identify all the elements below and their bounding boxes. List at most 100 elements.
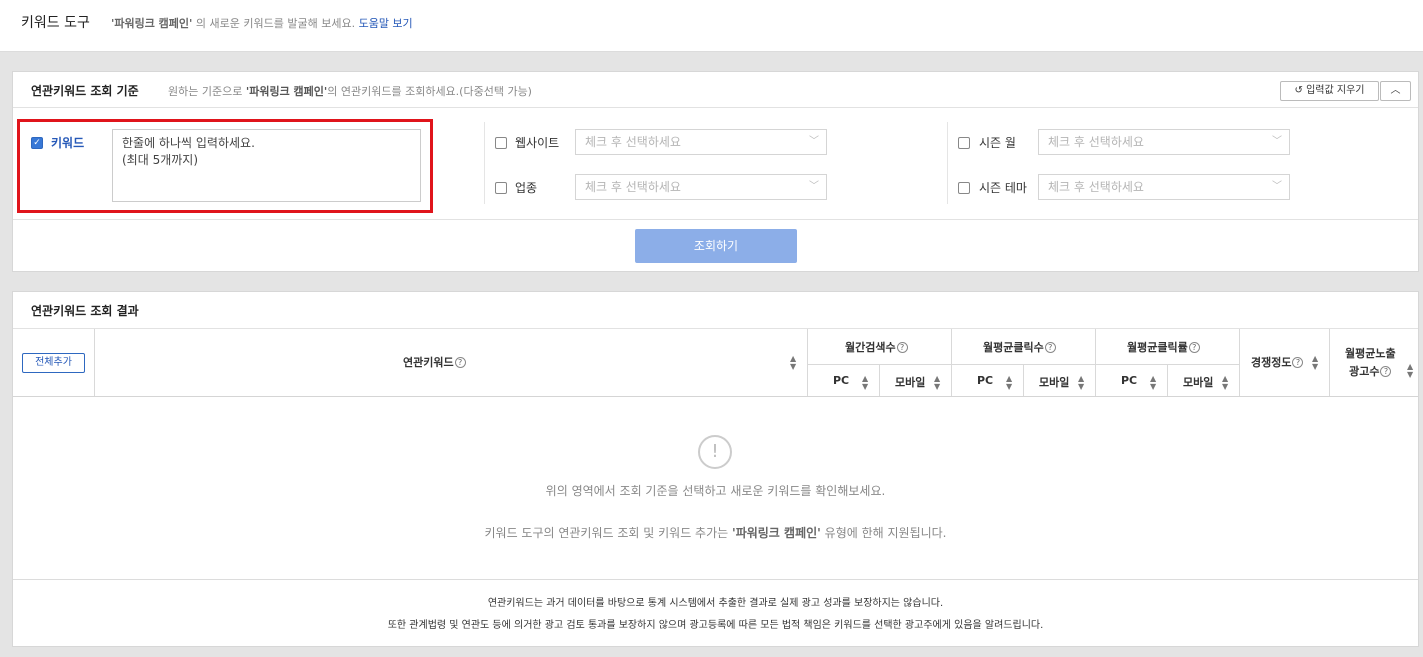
col-keyword-header[interactable]: 연관키워드? [403, 354, 466, 370]
reset-icon: ↺ [1294, 85, 1303, 96]
season-month-select[interactable]: 체크 후 선택하세요 ﹀ [1038, 129, 1290, 155]
industry-select[interactable]: 체크 후 선택하세요 ﹀ [575, 174, 827, 200]
page-title: 키워드 도구 [21, 15, 90, 31]
col-competition-header[interactable]: 경쟁정도? [1251, 354, 1304, 370]
col-monthly-search-label: 월간검색수 [845, 341, 896, 354]
col-avg-clicks-header: 월평균클릭수? [983, 339, 1056, 355]
divider [807, 329, 808, 396]
divider [1023, 364, 1024, 396]
chevron-down-icon: ﹀ [809, 181, 819, 192]
sub-pc-header[interactable]: PC [833, 374, 849, 387]
sort-icon[interactable]: ▲ ▼ [1078, 375, 1084, 391]
sort-icon[interactable]: ▲ ▼ [862, 375, 868, 391]
col-avg-ctr-header: 월평균클릭률? [1127, 339, 1200, 355]
season-theme-label: 시즌 테마 [979, 181, 1027, 195]
divider [1239, 329, 1240, 396]
support-message: 키워드 도구의 연관키워드 조회 및 키워드 추가는 '파워링크 캠페인' 유형… [13, 524, 1418, 541]
sort-icon[interactable]: ▲ ▼ [1222, 375, 1228, 391]
col-avg-ctr-label: 월평균클릭률 [1127, 341, 1188, 354]
season-theme-select-placeholder: 체크 후 선택하세요 [1048, 180, 1144, 194]
sort-icon[interactable]: ▲ ▼ [1150, 375, 1156, 391]
notice-line2: 또한 관계법령 및 연관도 등에 의거한 광고 검토 통과를 보장하지 않으며 … [387, 620, 1044, 631]
divider [947, 122, 948, 204]
chevron-down-icon: ﹀ [1272, 181, 1282, 192]
divider [13, 579, 1418, 580]
help-icon[interactable]: ? [896, 342, 908, 353]
sub-pc-header[interactable]: PC [1121, 374, 1137, 387]
top-bar: 키워드 도구 '파워링크 캠페인' 의 새로운 키워드를 발굴해 보세요. 도움… [0, 0, 1423, 52]
divider [13, 219, 1418, 220]
criteria-panel: 연관키워드 조회 기준 원하는 기준으로 '파워링크 캠페인'의 연관키워드를 … [12, 71, 1419, 272]
website-select-placeholder: 체크 후 선택하세요 [585, 135, 681, 149]
divider [951, 329, 952, 396]
sort-icon[interactable]: ▲ ▼ [1006, 375, 1012, 391]
help-link[interactable]: 도움말 보기 [359, 17, 413, 30]
divider [1167, 364, 1168, 396]
industry-label: 업종 [515, 181, 538, 195]
sort-icon[interactable]: ▲ ▼ [934, 375, 940, 391]
chevron-down-icon: ﹀ [809, 136, 819, 147]
sub-mobile-header[interactable]: 모바일 [895, 374, 925, 390]
website-label: 웹사이트 [515, 136, 560, 150]
sort-icon[interactable]: ▲ ▼ [1407, 363, 1413, 379]
sub-mobile-header[interactable]: 모바일 [1039, 374, 1069, 390]
criteria-description: 원하는 기준으로 '파워링크 캠페인'의 연관키워드를 조회하세요.(다중선택 … [168, 83, 532, 99]
reset-input-button[interactable]: ↺ 입력값 지우기 [1280, 81, 1379, 101]
support-msg-pre: 키워드 도구의 연관키워드 조회 및 키워드 추가는 [484, 526, 729, 540]
criteria-desc-campaign: '파워링크 캠페인' [245, 85, 328, 98]
campaign-name: '파워링크 캠페인' [111, 17, 193, 30]
season-month-label: 시즌 월 [979, 136, 1016, 150]
sub-mobile-header[interactable]: 모바일 [1183, 374, 1213, 390]
add-all-button[interactable]: 전체추가 [22, 353, 85, 373]
criteria-desc-pre: 원하는 기준으로 [168, 85, 243, 98]
results-header: 연관키워드 조회 결과 [13, 292, 1418, 329]
criteria-desc-post: 의 연관키워드를 조회하세요.(다중선택 가능) [327, 85, 532, 98]
results-title: 연관키워드 조회 결과 [31, 304, 139, 318]
col-ad-count-label-line1: 월평균노출 [1345, 347, 1396, 360]
support-msg-campaign: '파워링크 캠페인' [732, 526, 821, 540]
empty-message: 위의 영역에서 조회 기준을 선택하고 새로운 키워드를 확인해보세요. [545, 484, 886, 498]
collapse-button[interactable]: ︿ [1380, 81, 1411, 101]
divider [94, 329, 95, 396]
sort-icon[interactable]: ▲ ▼ [790, 355, 796, 371]
website-select[interactable]: 체크 후 선택하세요 ﹀ [575, 129, 827, 155]
help-icon[interactable]: ? [1044, 342, 1056, 353]
divider [484, 122, 485, 204]
notice-line1: 연관키워드는 과거 데이터를 바탕으로 통계 시스템에서 추출한 결과로 실제 … [487, 598, 944, 609]
industry-checkbox[interactable] [495, 182, 507, 194]
col-monthly-search-header: 월간검색수? [845, 339, 908, 355]
sort-icon[interactable]: ▲ ▼ [1312, 355, 1318, 371]
reset-label: 입력값 지우기 [1306, 85, 1365, 96]
results-panel: 연관키워드 조회 결과 전체추가 연관키워드? ▲ ▼ 월간검색수? 월평균클릭수… [12, 291, 1419, 647]
website-checkbox[interactable] [495, 137, 507, 149]
chevron-up-icon: ︿ [1390, 85, 1401, 96]
subtitle-text: 의 새로운 키워드를 발굴해 보세요. [195, 17, 356, 30]
season-theme-select[interactable]: 체크 후 선택하세요 ﹀ [1038, 174, 1290, 200]
chevron-down-icon: ﹀ [1272, 136, 1282, 147]
table-header-bottom [13, 396, 1418, 397]
col-competition-label: 경쟁정도 [1251, 356, 1292, 369]
season-theme-checkbox[interactable] [958, 182, 970, 194]
sub-pc-header[interactable]: PC [977, 374, 993, 387]
criteria-header: 연관키워드 조회 기준 원하는 기준으로 '파워링크 캠페인'의 연관키워드를 … [13, 72, 1418, 108]
col-ad-count-header[interactable]: 월평균노출 광고수? [1345, 345, 1396, 381]
help-icon[interactable]: ? [1188, 342, 1200, 353]
info-icon: ! [698, 435, 732, 469]
keyword-highlight-box [17, 119, 433, 213]
col-keyword-label: 연관키워드 [403, 356, 454, 369]
criteria-title: 연관키워드 조회 기준 [31, 84, 139, 98]
season-month-checkbox[interactable] [958, 137, 970, 149]
help-icon[interactable]: ? [1380, 366, 1392, 377]
help-icon[interactable]: ? [1292, 357, 1304, 368]
season-month-select-placeholder: 체크 후 선택하세요 [1048, 135, 1144, 149]
industry-select-placeholder: 체크 후 선택하세요 [585, 180, 681, 194]
col-avg-clicks-label: 월평균클릭수 [983, 341, 1044, 354]
divider [1329, 329, 1330, 396]
divider [1095, 329, 1096, 396]
support-msg-post: 유형에 한해 지원됩니다. [824, 526, 947, 540]
help-icon[interactable]: ? [454, 357, 466, 368]
divider [879, 364, 880, 396]
page-subtitle: '파워링크 캠페인' 의 새로운 키워드를 발굴해 보세요. 도움말 보기 [111, 15, 413, 31]
search-button[interactable]: 조회하기 [635, 229, 797, 263]
col-ad-count-label-line2: 광고수 [1349, 365, 1380, 378]
